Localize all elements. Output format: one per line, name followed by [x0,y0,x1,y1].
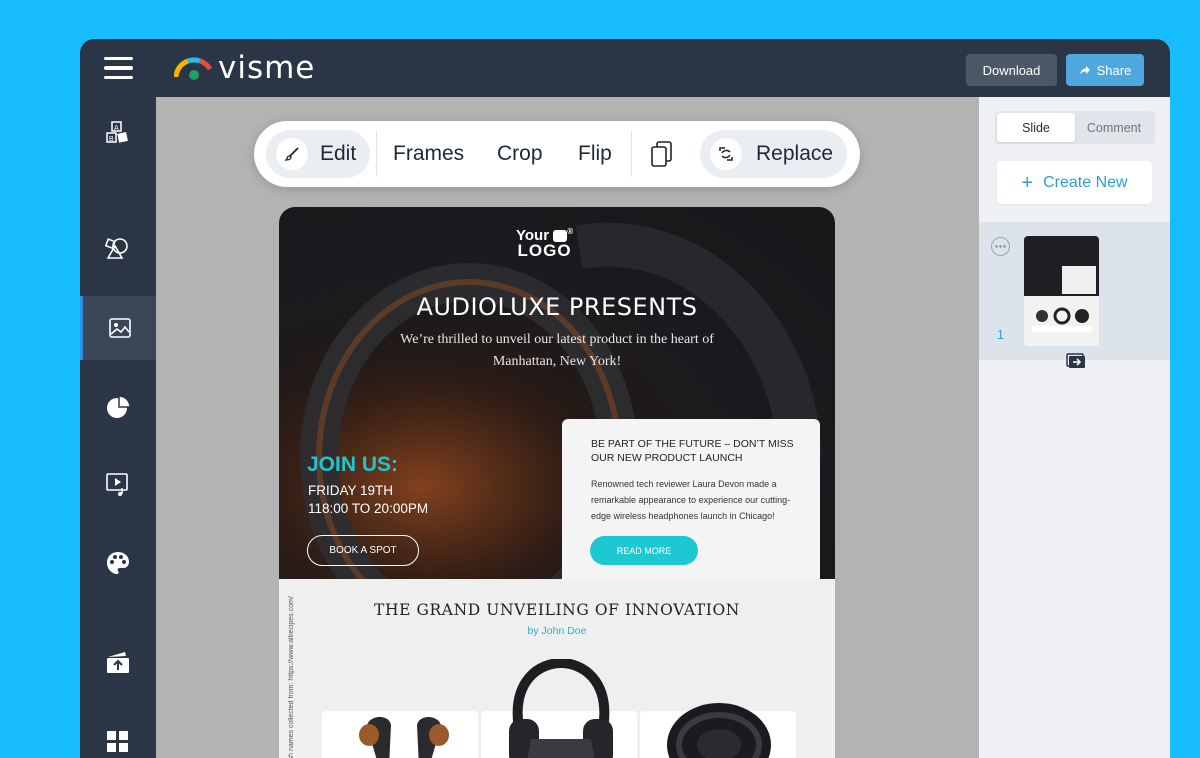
product-section: Dish names collected from: https://www.a… [279,579,835,758]
media-icon [106,473,128,496]
share-label: Share [1096,62,1132,78]
email-design[interactable]: Your ® LOGO AUDIOLUXE PRESENTS We’re thr… [279,207,835,758]
sidebar-item-charts[interactable] [80,375,156,439]
share-button[interactable]: Share [1066,54,1144,86]
event-day: FRIDAY 19TH [308,483,394,498]
tab-slide[interactable]: Slide [997,113,1075,142]
svg-text:A: A [114,125,119,132]
apps-grid-icon [107,731,128,752]
sidebar-item-photos[interactable] [80,296,156,360]
visme-logo-mark [174,57,213,80]
edit-label: Edit [320,142,357,165]
palette-icon [107,552,129,574]
right-panel: Slide Comment + Create New 1 [979,97,1170,758]
logo-line2: LOGO [517,241,572,260]
thumbnail-card [1062,266,1096,294]
svg-text:B: B [109,136,114,143]
event-date: FRIDAY 19TH 118:00 TO 20:00PM [308,482,428,518]
photo-icon [108,318,131,338]
left-sidebar: A B [80,97,156,758]
create-new-button[interactable]: + Create New [997,161,1152,204]
frames-button[interactable]: Frames [393,142,464,166]
text-blocks-icon: A B [106,121,128,143]
read-more-button[interactable]: READ MORE [590,536,698,565]
sidebar-item-upload[interactable] [80,630,156,694]
replace-icon [710,138,742,170]
share-arrow-icon [1079,65,1090,75]
book-spot-button[interactable]: BOOK A SPOT [307,535,419,566]
toolbar-divider [376,131,377,177]
editor-canvas: Edit Frames Crop Flip Replace Your ® LOG… [156,97,979,758]
flip-button[interactable]: Flip [578,142,612,166]
byline: by John Doe [527,625,587,637]
create-new-label: Create New [1043,173,1128,191]
slide-number: 1 [997,328,1004,342]
replace-label: Replace [756,142,834,165]
announcement-card: BE PART OF THE FUTURE – DON’T MISS OUR N… [562,419,820,599]
registered-mark: ® [567,227,574,236]
edit-button[interactable]: Edit [266,130,370,178]
add-slide-icon[interactable] [1062,350,1090,372]
toolbar-divider [631,131,632,177]
sidebar-item-text-blocks[interactable]: A B [80,101,156,165]
plus-icon: + [1021,171,1034,194]
duplicate-icon[interactable] [649,140,675,173]
sidebar-item-shapes[interactable] [80,217,156,281]
top-bar: visme Download Share [80,39,1170,97]
slide-thumbnail[interactable] [1024,236,1099,346]
earbuds-image [359,717,449,758]
chart-pie-icon [107,395,131,418]
upload-icon [107,652,129,673]
sidebar-item-media[interactable] [80,452,156,516]
more-options-icon[interactable] [991,237,1010,256]
logo-text: visme [218,50,316,86]
join-us-label: JOIN US: [307,453,399,476]
your-logo: Your ® LOGO [516,224,574,260]
foldable-headphones-image [667,703,771,758]
panel-tabs: Slide Comment [995,111,1155,144]
hero-title: AUDIOLUXE PRESENTS [416,293,698,321]
download-button[interactable]: Download [966,54,1057,86]
sidebar-item-apps[interactable] [80,710,156,758]
tab-comment[interactable]: Comment [1075,113,1153,142]
thumbnail-products [1032,307,1092,332]
image-toolbar: Edit Frames Crop Flip Replace [254,121,860,187]
sidebar-item-palette[interactable] [80,531,156,595]
card-title: BE PART OF THE FUTURE – DON’T MISS OUR N… [591,438,794,464]
visme-logo: visme [174,51,315,85]
hero-subtitle: We’re thrilled to unveil our latest prod… [400,332,714,369]
section-title: THE GRAND UNVEILING OF INNOVATION [374,601,740,619]
slide-list-item[interactable]: 1 [979,222,1170,360]
shapes-icon [105,238,128,259]
replace-button[interactable]: Replace [700,130,847,178]
event-time: 118:00 TO 20:00PM [308,501,429,516]
brush-icon [276,138,308,170]
crop-button[interactable]: Crop [497,142,543,166]
menu-icon[interactable] [80,39,156,97]
app-window: visme Download Share A B Edit Frames Cro… [80,39,1170,758]
headphones-image [509,659,613,758]
card-body: Renowned tech reviewer Laura Devon made … [591,479,791,521]
